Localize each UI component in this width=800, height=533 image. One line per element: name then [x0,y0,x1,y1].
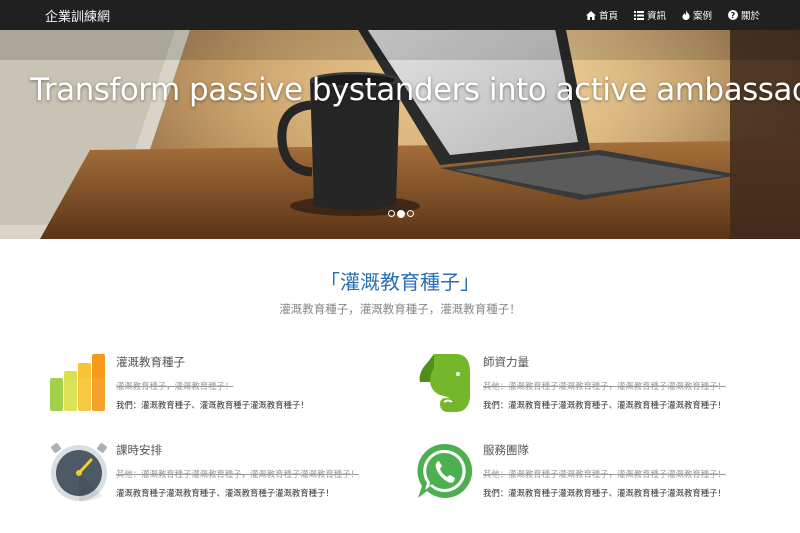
top-navbar: 企業訓練網 首頁 資訊 案例 ? 關於 [0,0,800,30]
question-circle-icon: ? [727,10,738,20]
nav-menu: 首頁 資訊 案例 ? 關於 [570,0,760,30]
stopwatch-icon [51,443,107,502]
carousel-dot-2[interactable] [397,209,405,218]
carousel-dot-3[interactable] [407,210,414,217]
carousel-indicators [388,209,416,218]
whatsapp-icon [417,443,473,498]
feature-description: 我們：灌溉教育種子灌溉教育種子、灌溉教育種子灌溉教育種子！ [483,488,726,498]
nav-item-label: 案例 [692,11,712,22]
feature-description: 灌溉教育種子灌溉教育種子、灌溉教育種子灌溉教育種子！ [116,488,334,498]
feature-strike-text: 其他：灌溉教育種子灌溉教育種子，灌溉教育種子灌溉教育種子！ [483,381,726,391]
nav-item-info[interactable]: 資訊 [633,8,666,22]
hero-title: Transform passive bystanders into active… [30,72,800,108]
list-icon [633,10,644,20]
nav-item-label: 首頁 [598,11,618,22]
fire-icon [682,10,690,20]
feature-description: 我們：灌溉教育種子灌溉教育種子、灌溉教育種子灌溉教育種子！ [483,400,726,410]
evernote-icon [419,354,470,412]
feature-strike-text: 其他：灌溉教育種子灌溉教育種子，灌溉教育種子灌溉教育種子！ [483,469,726,479]
nav-item-about[interactable]: ? 關於 [727,8,760,22]
feature-description: 我們：灌溉教育種子、灌溉教育種子灌溉教育種子！ [116,400,309,410]
svg-text:?: ? [731,11,736,20]
nav-item-label: 關於 [740,11,760,22]
feature-strike-text: 其他：灌溉教育種子灌溉教育種子，灌溉教育種子灌溉教育種子！ [116,469,359,479]
brand-logo-text[interactable]: 企業訓練網 [45,6,110,25]
bar-chart-icon [50,354,105,411]
carousel-dot-1[interactable] [388,210,395,217]
feature-strike-text: 灌溉教育種子，灌溉教育種子！ [116,381,234,391]
nav-item-label: 資訊 [646,11,666,22]
nav-item-home[interactable]: 首頁 [585,8,618,22]
feature-title: 服務團隊 [483,443,529,457]
nav-item-cases[interactable]: 案例 [682,8,712,22]
feature-title: 師資力量 [483,355,529,369]
hero-background-image [0,0,800,239]
feature-title: 課時安排 [116,443,162,457]
section-subtitle: 灌溉教育種子，灌溉教育種子，灌溉教育種子！ [279,302,521,316]
section-title: 「灌溉教育種子」 [320,270,480,294]
feature-title: 灌溉教育種子 [116,355,185,369]
home-icon [585,10,596,20]
hero-carousel: Transform passive bystanders into active… [0,0,800,239]
